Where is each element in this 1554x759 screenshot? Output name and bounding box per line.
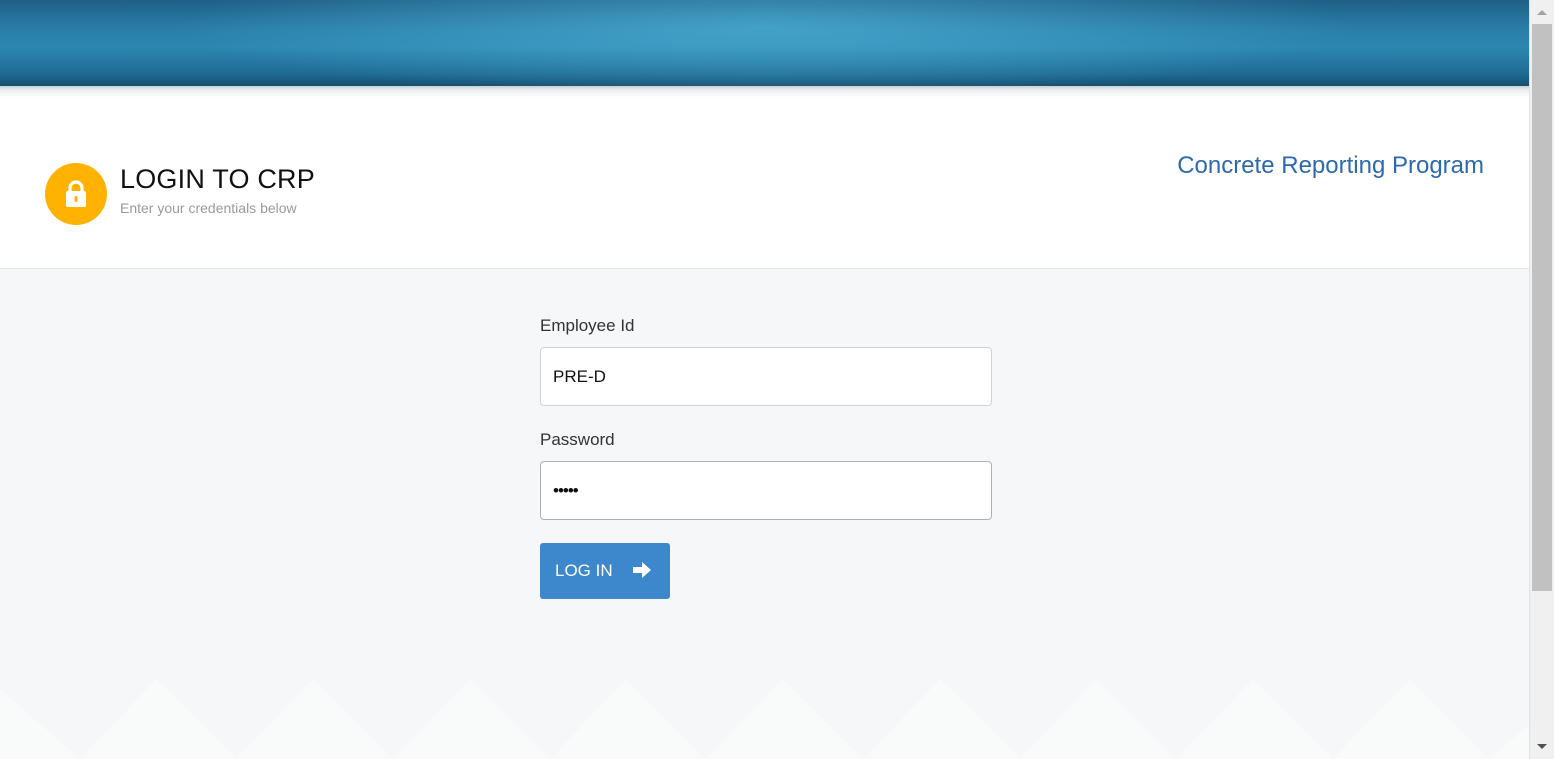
zigzag-background bbox=[0, 679, 1529, 759]
top-banner bbox=[0, 0, 1529, 86]
app-name-link[interactable]: Concrete Reporting Program bbox=[1177, 152, 1484, 180]
arrow-right-icon bbox=[633, 562, 651, 578]
scroll-down-icon[interactable] bbox=[1530, 737, 1554, 757]
login-button-label: LOG IN bbox=[555, 561, 613, 580]
password-field[interactable] bbox=[540, 461, 992, 520]
scroll-up-icon[interactable] bbox=[1530, 2, 1554, 22]
login-main: Employee Id Password LOG IN bbox=[0, 269, 1529, 759]
vertical-scrollbar[interactable] bbox=[1529, 0, 1554, 759]
page: LOGIN TO CRP Enter your credentials belo… bbox=[0, 0, 1554, 759]
employee-id-field[interactable] bbox=[540, 347, 992, 406]
page-subtitle: Enter your credentials below bbox=[120, 200, 297, 216]
lock-icon bbox=[45, 163, 107, 225]
password-label: Password bbox=[540, 430, 615, 449]
scrollbar-thumb[interactable] bbox=[1532, 24, 1552, 591]
page-title: LOGIN TO CRP bbox=[120, 164, 315, 194]
login-button[interactable]: LOG IN bbox=[540, 543, 670, 599]
banner-shadow bbox=[0, 86, 1529, 98]
employee-id-label: Employee Id bbox=[540, 316, 635, 335]
login-header: LOGIN TO CRP Enter your credentials belo… bbox=[0, 98, 1529, 269]
